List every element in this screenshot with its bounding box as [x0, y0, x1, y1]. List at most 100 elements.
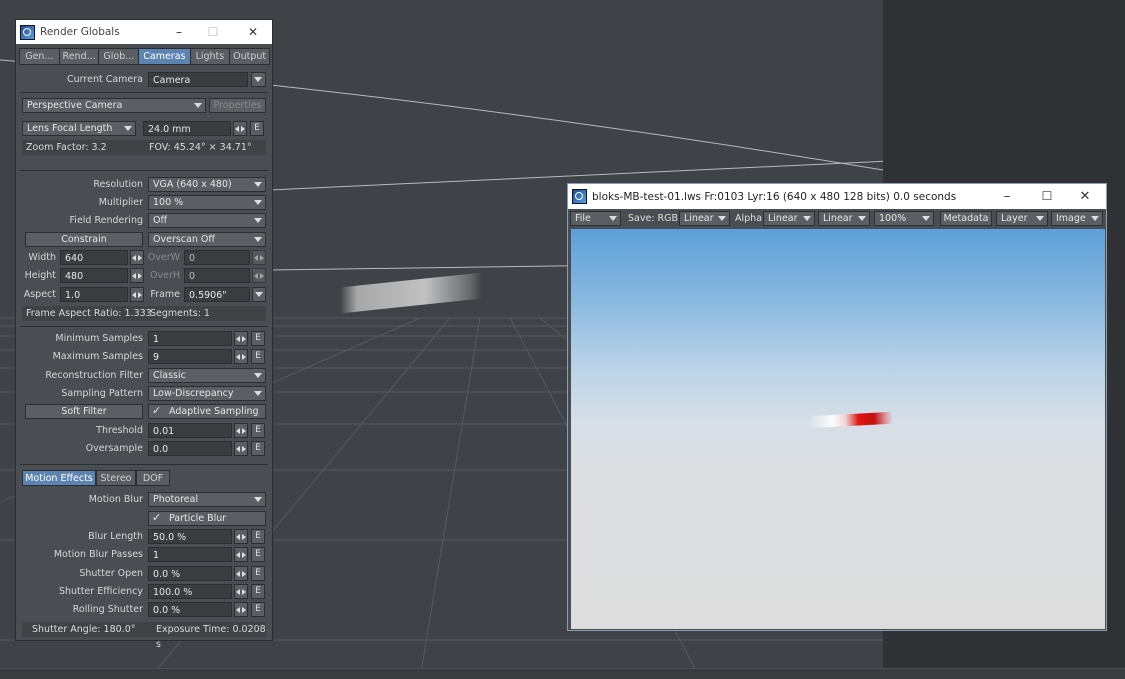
field-rendering-label: Field Rendering: [69, 215, 143, 226]
lens-focal-length-field[interactable]: 24.0 mm: [143, 121, 231, 136]
blur-length-stepper[interactable]: [234, 529, 248, 544]
file-menu[interactable]: File: [570, 211, 621, 226]
motion-blur-label: Motion Blur: [88, 494, 143, 505]
motion-blur-passes-envelope-button[interactable]: E: [251, 547, 265, 562]
tab-global[interactable]: Glob...: [98, 48, 140, 65]
frame-dropdown[interactable]: [252, 287, 266, 302]
tab-render[interactable]: Rend...: [58, 48, 100, 65]
rolling-shutter-field[interactable]: 0.0 %: [148, 602, 232, 617]
min-samples-stepper[interactable]: [234, 331, 248, 346]
lens-envelope-button[interactable]: E: [250, 121, 264, 136]
maximize-button[interactable]: ☐: [196, 20, 230, 44]
motion-blur-passes-field[interactable]: 1: [148, 547, 232, 562]
overw-label: OverW: [147, 252, 180, 263]
overscan-dropdown[interactable]: Overscan Off: [148, 232, 266, 247]
frame-aspect-ratio: Frame Aspect Ratio: 1.333: [26, 308, 152, 319]
oversample-envelope-button[interactable]: E: [251, 441, 265, 456]
resolution-dropdown[interactable]: VGA (640 x 480): [148, 177, 266, 192]
particle-blur-checkbox[interactable]: ✓ Particle Blur: [148, 511, 266, 526]
overh-stepper[interactable]: [252, 268, 266, 283]
tab-cameras[interactable]: Cameras: [138, 48, 191, 65]
current-camera-dropdown[interactable]: [251, 72, 266, 87]
soft-filter-button[interactable]: Soft Filter: [25, 404, 143, 419]
max-samples-envelope-button[interactable]: E: [251, 349, 265, 364]
shutter-info: Shutter Angle: 180.0° Exposure Time: 0.0…: [22, 622, 266, 650]
overh-field[interactable]: 0: [184, 268, 250, 283]
aspect-stepper[interactable]: [130, 287, 144, 302]
motion-blur-dropdown[interactable]: Photoreal: [148, 492, 266, 507]
aspect-field[interactable]: 1.0: [60, 287, 128, 302]
max-samples-stepper[interactable]: [234, 349, 248, 364]
checkmark-icon: ✓: [152, 511, 162, 524]
maximize-button[interactable]: ☐: [1030, 184, 1064, 208]
properties-button[interactable]: Properties: [209, 98, 266, 113]
minimize-button[interactable]: –: [162, 20, 196, 44]
close-button[interactable]: ✕: [1068, 184, 1102, 208]
motion-blur-passes-stepper[interactable]: [234, 547, 248, 562]
divider: [20, 92, 268, 93]
tab-dof[interactable]: DOF: [136, 470, 170, 486]
tab-lights[interactable]: Lights: [189, 48, 231, 65]
shutter-efficiency-field[interactable]: 100.0 %: [148, 584, 232, 599]
close-button[interactable]: ✕: [236, 20, 270, 44]
shutter-open-envelope-button[interactable]: E: [251, 566, 265, 581]
reconstruction-filter-dropdown[interactable]: Classic: [148, 368, 266, 383]
rendered-image[interactable]: [571, 229, 1105, 629]
render-globals-titlebar[interactable]: Render Globals – ☐ ✕: [16, 20, 272, 44]
lens-mode-dropdown[interactable]: Lens Focal Length: [22, 121, 136, 136]
width-stepper[interactable]: [130, 250, 144, 265]
min-samples-envelope-button[interactable]: E: [251, 331, 265, 346]
min-samples-field[interactable]: 1: [148, 331, 232, 346]
frame-label: Frame: [150, 289, 180, 300]
blur-length-label: Blur Length: [88, 531, 143, 542]
reconstruction-filter-label: Reconstruction Filter: [45, 370, 143, 381]
shutter-efficiency-stepper[interactable]: [234, 584, 248, 599]
shutter-open-field[interactable]: 0.0 %: [148, 566, 232, 581]
rgb-color-space-dropdown[interactable]: Linear: [679, 211, 730, 226]
field-rendering-dropdown[interactable]: Off: [148, 213, 266, 228]
cameras-panel: Current Camera Camera Perspective Camera…: [16, 66, 272, 650]
zoom-dropdown[interactable]: 100%: [874, 211, 934, 226]
minimize-button[interactable]: –: [990, 184, 1024, 208]
threshold-stepper[interactable]: [234, 423, 248, 438]
height-field[interactable]: 480: [60, 268, 128, 283]
current-camera-field[interactable]: Camera: [148, 72, 248, 87]
blur-length-envelope-button[interactable]: E: [251, 529, 265, 544]
overw-field[interactable]: 0: [184, 250, 250, 265]
oversample-label: Oversample: [85, 443, 143, 454]
image-menu[interactable]: Image: [1051, 211, 1103, 226]
sampling-pattern-dropdown[interactable]: Low-Discrepancy: [148, 386, 266, 401]
max-samples-field[interactable]: 9: [148, 349, 232, 364]
shutter-efficiency-envelope-button[interactable]: E: [251, 584, 265, 599]
sampling-pattern-label: Sampling Pattern: [61, 388, 143, 399]
rolling-shutter-envelope-button[interactable]: E: [251, 602, 265, 617]
tab-motion-effects[interactable]: Motion Effects: [22, 470, 96, 486]
metadata-button[interactable]: Metadata: [940, 211, 992, 226]
width-field[interactable]: 640: [60, 250, 128, 265]
shutter-open-stepper[interactable]: [234, 566, 248, 581]
frame-field[interactable]: 0.5906": [184, 287, 250, 302]
tab-general[interactable]: Gen...: [19, 48, 60, 65]
display-color-space-dropdown[interactable]: Linear: [818, 211, 870, 226]
oversample-stepper[interactable]: [234, 441, 248, 456]
adaptive-sampling-checkbox[interactable]: ✓ Adaptive Sampling: [148, 404, 266, 419]
threshold-field[interactable]: 0.01: [148, 423, 232, 438]
lens-stepper[interactable]: [233, 121, 247, 136]
status-bar: [0, 668, 1125, 679]
rolling-shutter-stepper[interactable]: [234, 602, 248, 617]
camera-type-dropdown[interactable]: Perspective Camera: [22, 98, 206, 113]
tab-stereo[interactable]: Stereo: [96, 470, 136, 486]
overh-label: OverH: [150, 270, 180, 281]
height-stepper[interactable]: [130, 268, 144, 283]
multiplier-dropdown[interactable]: 100 %: [148, 195, 266, 210]
overw-stepper[interactable]: [252, 250, 266, 265]
constrain-button[interactable]: Constrain: [25, 232, 143, 247]
layer-menu[interactable]: Layer: [996, 211, 1048, 226]
tab-output[interactable]: Output: [229, 48, 271, 65]
render-window-titlebar[interactable]: bloks-MB-test-01.lws Fr:0103 Lyr:16 (640…: [568, 184, 1106, 209]
threshold-envelope-button[interactable]: E: [251, 423, 265, 438]
alpha-color-space-dropdown[interactable]: Linear: [763, 211, 815, 226]
oversample-field[interactable]: 0.0: [148, 441, 232, 456]
shutter-open-label: Shutter Open: [79, 568, 143, 579]
blur-length-field[interactable]: 50.0 %: [148, 529, 232, 544]
